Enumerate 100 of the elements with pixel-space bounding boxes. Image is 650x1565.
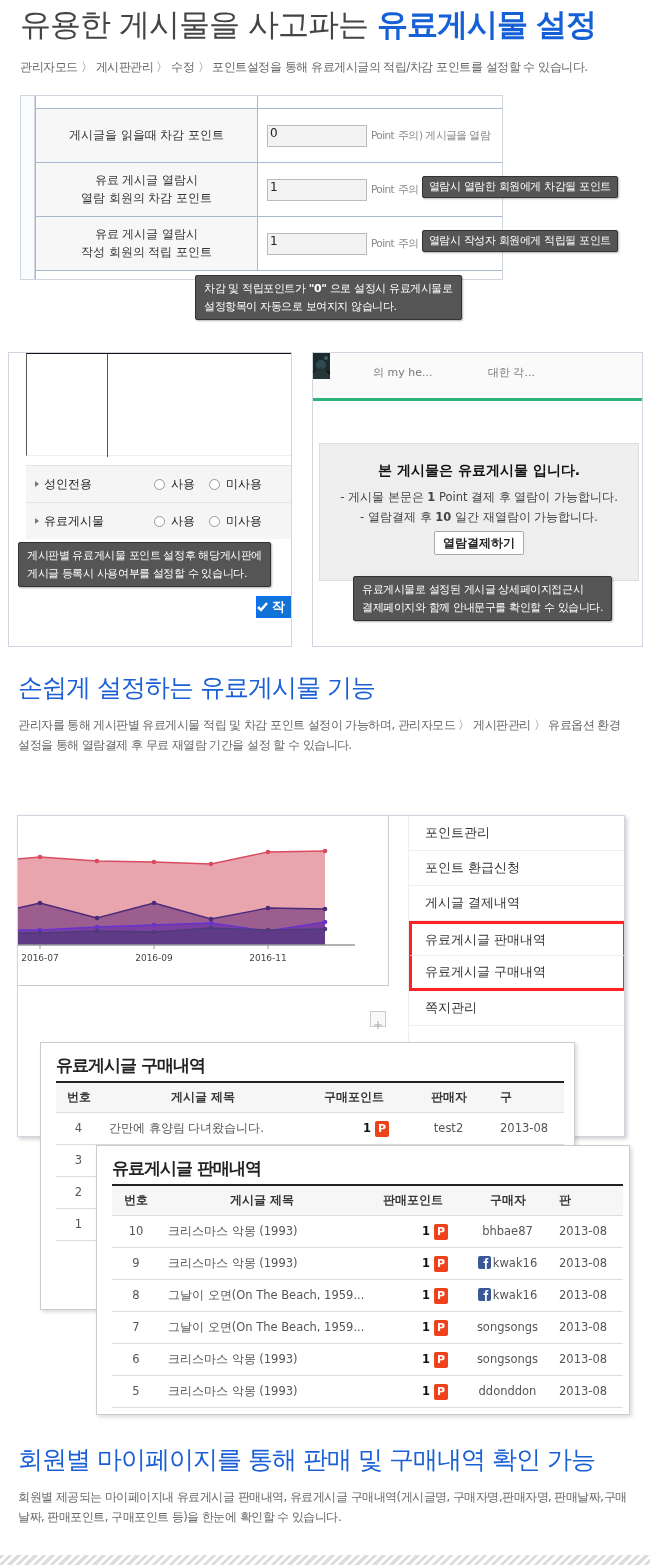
table-cell: test2 xyxy=(433,1120,464,1135)
table-cell: 2013-08 xyxy=(559,1287,608,1302)
note-text: 주의 xyxy=(398,235,419,251)
post-title: 대한 각... xyxy=(488,365,535,381)
column-header: 게시글 제목 xyxy=(160,1185,365,1216)
table-cell: 2013-08 xyxy=(559,1255,608,1270)
table-cell: 2 xyxy=(74,1184,83,1199)
point-input[interactable]: 0 xyxy=(267,124,367,147)
data-point xyxy=(37,854,43,860)
submit-button[interactable]: 작 xyxy=(256,596,291,618)
menu-item[interactable]: 유료게시글 구매내역 xyxy=(409,956,624,991)
menu-item[interactable]: 쪽지관리 xyxy=(409,991,624,1026)
table-cell: 크리스마스 악몽 (1993) xyxy=(168,1223,298,1238)
note-text: 주의) 게시글을 열람 xyxy=(398,127,491,143)
section-heading: 손쉽게 설정하는 유료게시물 기능 xyxy=(17,673,376,703)
point-badge: P xyxy=(434,1255,448,1272)
check-icon xyxy=(257,602,268,612)
table-cell: bhbae87 xyxy=(482,1223,533,1238)
table-cell: 1 xyxy=(422,1319,430,1334)
table-cell: kwak16 xyxy=(492,1287,538,1302)
table-cell: 8 xyxy=(132,1287,140,1302)
column-header: 구 xyxy=(496,1082,564,1113)
radio-button[interactable] xyxy=(209,515,220,527)
point-input[interactable]: 1 xyxy=(267,178,367,201)
data-point xyxy=(94,858,100,864)
tooltip: 열람시 열람한 회원에게 차감될 포인트 xyxy=(421,176,618,198)
table-cell: 3 xyxy=(74,1152,83,1167)
radio-label: 미사용 xyxy=(226,476,262,493)
table-cell: 2013-08 xyxy=(559,1383,608,1398)
data-point xyxy=(265,927,271,933)
table-cell: 2013-08 xyxy=(559,1319,608,1334)
window-title: 유료게시글 판매내역 xyxy=(111,1157,262,1180)
unit-label: Point xyxy=(371,235,395,251)
column-header: 게시글 제목 xyxy=(101,1082,306,1113)
table-cell: 1 xyxy=(422,1383,430,1398)
radio-button[interactable] xyxy=(154,478,165,490)
table-cell: 2013-08 xyxy=(500,1120,549,1135)
column-header: 번호 xyxy=(112,1185,160,1216)
radio-button[interactable] xyxy=(209,478,220,490)
table-cell: 5 xyxy=(132,1383,140,1398)
table-cell: 2013-08 xyxy=(559,1351,608,1366)
field-label: 유료 게시글 열람시 xyxy=(94,226,199,244)
table-cell: 1 xyxy=(74,1216,83,1231)
post-title: 의 my he... xyxy=(373,365,433,381)
table-cell: 6 xyxy=(132,1351,140,1366)
column-header: 판매포인트 xyxy=(365,1185,460,1216)
column-header: 구매포인트 xyxy=(306,1082,401,1113)
axis-label: 2016-11 xyxy=(249,953,287,963)
data-point xyxy=(322,848,328,854)
data-point xyxy=(94,915,100,921)
column-header: 판매자 xyxy=(401,1082,496,1113)
radio-label: 사용 xyxy=(171,513,195,530)
radio-button[interactable] xyxy=(154,515,165,527)
window-title: 유료게시글 구매내역 xyxy=(55,1054,206,1077)
table-cell: 4 xyxy=(74,1120,83,1135)
data-point xyxy=(208,861,214,867)
point-badge: P xyxy=(434,1351,448,1368)
data-point xyxy=(265,905,271,911)
point-badge: P xyxy=(434,1223,448,1240)
tooltip: 열람시 작성자 회원에게 적립될 포인트 xyxy=(421,230,618,252)
section-heading: 회원별 마이페이지를 통해 판매 및 구매내역 확인 가능 xyxy=(17,1445,596,1475)
menu-item[interactable]: 포인트 환급신청 xyxy=(409,851,624,886)
expand-button[interactable] xyxy=(370,1011,386,1027)
data-point xyxy=(265,849,271,855)
option-label: 성인전용 xyxy=(44,476,93,493)
point-input[interactable]: 1 xyxy=(267,232,367,255)
column-header: 구매자 xyxy=(460,1185,555,1216)
table-cell: 그날이 오면(On The Beach, 1959... xyxy=(168,1319,365,1334)
menu-item[interactable]: 유료게시글 판매내역 xyxy=(409,921,624,956)
table-cell: songsongs xyxy=(476,1319,539,1334)
page-title: 유용한 게시물을 사고파는 유료게시물 설정 xyxy=(19,5,598,44)
axis-label: 2016-07 xyxy=(21,953,59,963)
data-point xyxy=(151,859,157,865)
field-label: 열람 회원의 차감 포인트 xyxy=(81,189,212,207)
data-point xyxy=(37,900,43,906)
notice-title: 본 게시물은 유료게시물 입니다. xyxy=(378,461,580,480)
table-cell: 7 xyxy=(132,1319,140,1334)
menu-item[interactable]: 게시글 결제내역 xyxy=(409,886,624,921)
point-badge: P xyxy=(375,1120,389,1137)
subtitle: 관리자모드 〉 게시판관리 〉 수정 〉 포인트설정을 통해 유료게시글의 적립/차감 포인트를 설정할 수 있습니다. xyxy=(19,59,589,76)
table-cell: 9 xyxy=(132,1255,140,1270)
table-cell: 크리스마스 악몽 (1993) xyxy=(168,1351,298,1366)
table-cell: 크리스마스 악몽 (1993) xyxy=(168,1255,298,1270)
pay-button[interactable]: 열람결제하기 xyxy=(434,531,524,555)
radio-label: 사용 xyxy=(171,476,195,493)
menu-item[interactable]: 포인트관리 xyxy=(409,816,624,851)
tooltip: 차감 및 적립포인트가 "0" 으로 설정시 유료게시물로 설정항목이 자동으로 보여지지 않습니다. xyxy=(195,275,462,321)
unit-label: Point xyxy=(371,127,395,143)
table-cell: 1 xyxy=(422,1223,430,1238)
table-cell: songsongs xyxy=(476,1351,539,1366)
note-text: 주의 xyxy=(398,181,419,197)
caret-icon xyxy=(34,480,40,488)
table-cell: 그날이 오면(On The Beach, 1959... xyxy=(168,1287,365,1302)
point-badge: P xyxy=(434,1287,448,1304)
table-cell: kwak16 xyxy=(492,1255,538,1270)
option-label: 유료게시물 xyxy=(44,513,105,530)
column-header: 판 xyxy=(555,1185,623,1216)
point-badge: P xyxy=(434,1383,448,1400)
field-label: 유료 게시글 열람시 xyxy=(94,172,199,190)
table-cell: ddonddon xyxy=(478,1383,537,1398)
